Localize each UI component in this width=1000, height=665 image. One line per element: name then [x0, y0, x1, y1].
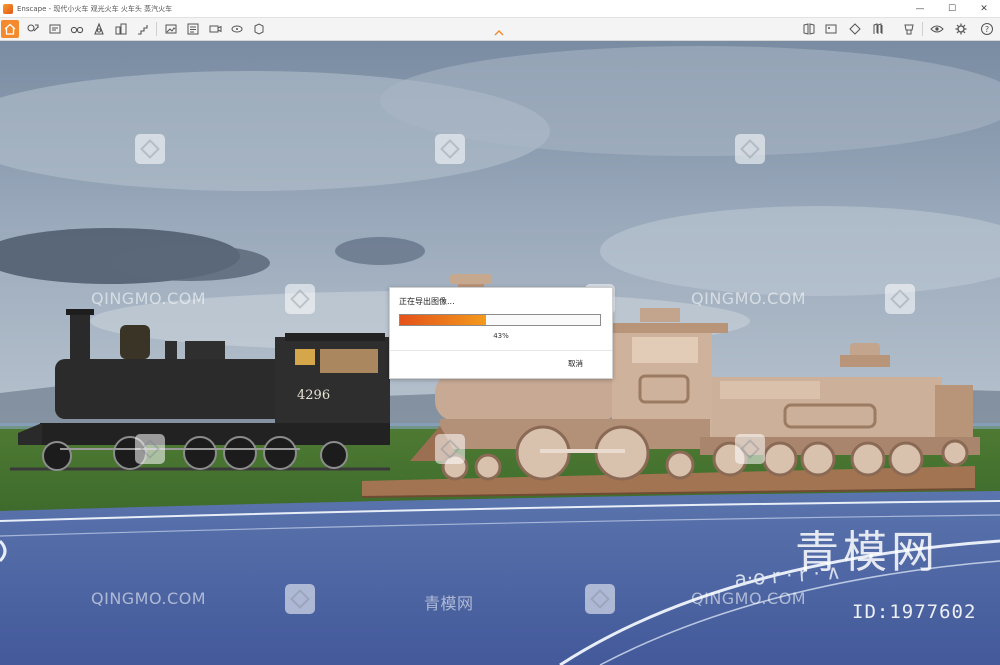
views-button[interactable] [800, 20, 818, 38]
export-progress-dialog: 正在导出图像... 43% 取消 [389, 287, 613, 379]
progress-percent: 43% [493, 332, 509, 340]
enscape-logo-icon [3, 3, 13, 14]
toolbar-separator [156, 22, 157, 36]
stairs-icon [138, 25, 148, 35]
dialog-divider [390, 350, 612, 351]
gear-icon [955, 23, 967, 35]
watermark-text: QINGMO.COM [691, 289, 807, 308]
watermark-logo-icon [435, 134, 465, 164]
camera-settings-icon [49, 24, 61, 34]
buildings-icon [115, 23, 127, 35]
image-button[interactable] [822, 20, 840, 38]
screenshot-button[interactable] [162, 20, 180, 38]
watermark-text: QINGMO.COM [91, 289, 207, 308]
window-title: Enscape - 现代小火车 观光火车 火车头 蒸汽火车 [17, 4, 173, 13]
sun-button[interactable] [90, 20, 108, 38]
locomotive-number: 4296 [297, 388, 330, 403]
watermark-logo-icon [285, 284, 315, 314]
watermark-logo-icon [885, 284, 915, 314]
bim-icon [254, 23, 264, 35]
watermark-big-text: 青模网 [795, 527, 939, 578]
help-button[interactable]: ? [978, 20, 996, 38]
watermark-logo-icon [735, 434, 765, 464]
material-icon [849, 23, 861, 35]
cancel-button[interactable]: 取消 [568, 358, 583, 369]
image-icon [825, 24, 837, 34]
watermark-logo-icon [585, 584, 615, 614]
atlas-button[interactable] [870, 20, 888, 38]
views-icon [803, 23, 815, 35]
watermark-logo-icon [135, 434, 165, 464]
help-icon: ? [981, 23, 993, 35]
video-button[interactable] [206, 20, 224, 38]
watermark-text: QINGMO.COM [91, 589, 207, 608]
maximize-button[interactable]: ☐ [936, 0, 968, 17]
material-button[interactable] [846, 20, 864, 38]
binoculars-icon [70, 26, 84, 34]
eye-button[interactable] [928, 20, 946, 38]
watermark-text: QINGMO.COM [691, 589, 807, 608]
watermark-logo-icon [285, 584, 315, 614]
sun-icon [94, 22, 104, 35]
home-button[interactable] [1, 20, 19, 38]
toolbar-separator [922, 22, 923, 36]
export-progress-bar [399, 314, 601, 326]
svg-text:?: ? [985, 25, 989, 34]
buildings-button[interactable] [112, 20, 130, 38]
atlas-icon [873, 23, 883, 34]
close-button[interactable]: ✕ [968, 0, 1000, 17]
screenshot-icon [165, 24, 177, 34]
asset-library-button[interactable] [24, 20, 42, 38]
title-bar: Enscape - 现代小火车 观光火车 火车头 蒸汽火车 — ☐ ✕ [0, 0, 1000, 18]
watermark-logo-icon [435, 434, 465, 464]
dialog-title: 正在导出图像... [399, 297, 455, 306]
batch-render-icon [187, 23, 199, 35]
visual-settings-button[interactable] [900, 20, 918, 38]
watermark-logo-icon [135, 134, 165, 164]
watermark-text-cn: 青模网 [424, 594, 474, 613]
eye-icon [930, 25, 944, 33]
360-panorama-icon [231, 25, 243, 33]
visual-settings-icon [904, 24, 914, 35]
camera-settings-button[interactable] [46, 20, 64, 38]
watermark-logo-icon [735, 134, 765, 164]
asset-library-icon [27, 24, 39, 32]
stairs-button[interactable] [134, 20, 152, 38]
watermark-id: ID:1977602 [852, 601, 977, 623]
progress-fill [400, 315, 486, 325]
minimize-button[interactable]: — [904, 0, 936, 17]
video-icon [209, 25, 222, 33]
binoculars-button[interactable] [68, 20, 86, 38]
bim-button[interactable] [250, 20, 268, 38]
batch-render-button[interactable] [184, 20, 202, 38]
home-icon [4, 23, 16, 35]
360-panorama-button[interactable] [228, 20, 246, 38]
collapse-toolbar-chevron-icon[interactable] [494, 29, 504, 37]
settings-button[interactable] [952, 20, 970, 38]
